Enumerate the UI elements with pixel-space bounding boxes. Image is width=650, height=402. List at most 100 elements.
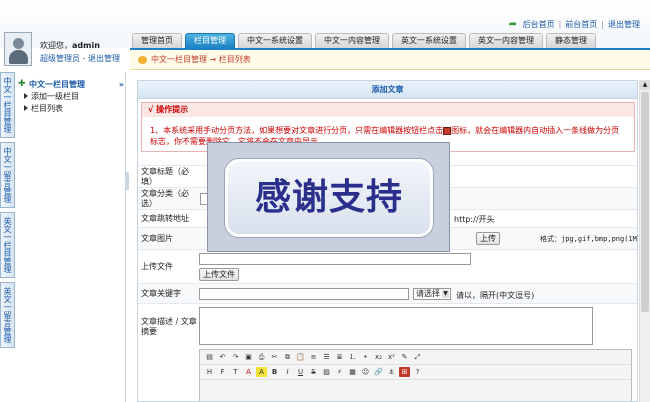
subscript-icon[interactable]: x₂: [373, 352, 384, 362]
bold-icon[interactable]: B: [269, 367, 280, 377]
menu-item-add-column[interactable]: 添加一级栏目: [18, 90, 124, 102]
font-family-icon[interactable]: F: [217, 367, 228, 377]
link-admin-home[interactable]: 后台首页: [523, 19, 555, 30]
role-logout-link[interactable]: 超级管理员 - 退出管理: [40, 53, 120, 64]
highlight-icon[interactable]: A: [256, 367, 267, 377]
page-scrollbar[interactable]: ▲: [639, 80, 650, 402]
sidebar-splitter[interactable]: [125, 172, 129, 190]
page-break-tool-icon[interactable]: ⊞: [399, 367, 410, 377]
side-tab-cn-column[interactable]: 中文一栏目管理: [0, 72, 15, 138]
paste-icon[interactable]: 📋: [295, 352, 306, 362]
keywords-hint: 请以，隔开(中文逗号): [456, 291, 535, 300]
page-break-icon: [443, 126, 452, 135]
tab-cn-content[interactable]: 中文一内容管理: [315, 33, 389, 48]
help-icon[interactable]: ?: [412, 367, 423, 377]
rich-text-editor: ▤ ↶ ↷ ▣ ⎙ ✂ ⧉ 📋 ≡ ☰ ≣ ⒈ • x₂ x² ✎ ⤢ H F …: [199, 349, 632, 401]
category-label: 文章分类（必选）: [141, 188, 189, 208]
sidebar: [0, 72, 126, 402]
table-icon[interactable]: ▦: [347, 367, 358, 377]
format-brush-icon[interactable]: ✎: [399, 352, 410, 362]
scroll-thumb[interactable]: [641, 92, 649, 312]
keywords-input[interactable]: [199, 288, 409, 300]
main-tabs: 管理首页 栏目管理 中文一系统设置 中文一内容管理 英文一系统设置 英文一内容管…: [132, 33, 596, 48]
redo-icon[interactable]: ↷: [230, 352, 241, 362]
row-description: 文章描述 / 文章摘要: [138, 303, 637, 349]
heading-icon[interactable]: H: [204, 367, 215, 377]
tips-title: √ 操作提示: [142, 103, 634, 117]
format-hint: 格式：jpg,gif,bmp,png(1M: [540, 235, 637, 243]
tab-cn-settings[interactable]: 中文一系统设置: [238, 33, 312, 48]
flash-icon[interactable]: ⚡: [334, 367, 345, 377]
italic-icon[interactable]: I: [282, 367, 293, 377]
tab-static[interactable]: 静态管理: [546, 33, 596, 48]
source-icon[interactable]: ▤: [204, 352, 215, 362]
side-tab-en-column[interactable]: 英文一栏目管理: [0, 212, 15, 278]
breadcrumb-text: 中文一栏目管理 → 栏目列表: [151, 55, 251, 64]
cut-icon[interactable]: ✂: [269, 352, 280, 362]
menu-title: 中文一栏目管理: [29, 79, 85, 89]
panel-title: 添加文章: [138, 81, 637, 99]
editor-toolbar-row-2: H F T A A B I U S ▨ ⚡ ▦ ☺ 🔗 ⚓ ⊞ ?: [200, 365, 631, 380]
underline-icon[interactable]: U: [295, 367, 306, 377]
tab-column-manage[interactable]: 栏目管理: [185, 33, 235, 48]
undo-icon[interactable]: ↶: [217, 352, 228, 362]
bubble-icon: [138, 55, 147, 64]
upload-file-button[interactable]: 上传文件: [199, 268, 239, 281]
plus-icon: ✚: [18, 79, 26, 89]
tab-admin-home[interactable]: 管理首页: [132, 33, 182, 48]
breadcrumb: 中文一栏目管理 → 栏目列表: [130, 48, 650, 70]
username: admin: [72, 41, 100, 50]
image-icon[interactable]: ▨: [321, 367, 332, 377]
watermark-overlay: 感谢支持: [207, 142, 450, 252]
link-front-home[interactable]: 前台首页: [565, 19, 597, 30]
font-color-icon[interactable]: A: [243, 367, 254, 377]
description-textarea[interactable]: [199, 307, 593, 345]
menu-item-column-list[interactable]: 栏目列表: [18, 102, 124, 114]
align-left-icon[interactable]: ≡: [308, 352, 319, 362]
bullet-list-icon[interactable]: •: [360, 352, 371, 362]
align-center-icon[interactable]: ☰: [321, 352, 332, 362]
font-size-icon[interactable]: T: [230, 367, 241, 377]
upload-image-button[interactable]: 上传: [476, 232, 500, 245]
file-path-input[interactable]: [199, 253, 471, 265]
top-links: ➦ 后台首页 | 前台首页 | 退出管理: [508, 19, 640, 30]
row-file: 上传文件 上传文件: [138, 249, 637, 283]
tab-en-settings[interactable]: 英文一系统设置: [392, 33, 466, 48]
side-tab-cn-message[interactable]: 中文一留言管理: [0, 142, 15, 208]
fullscreen-icon[interactable]: ⤢: [412, 352, 423, 362]
strikethrough-icon[interactable]: S: [308, 367, 319, 377]
side-menu: ✚ 中文一栏目管理 » 添加一级栏目 栏目列表: [18, 78, 124, 114]
image-label: 文章图片: [141, 233, 173, 243]
side-tab-en-message[interactable]: 英文一留言管理: [0, 282, 15, 348]
description-label: 文章描述 / 文章摘要: [141, 316, 197, 336]
collapse-icon[interactable]: »: [119, 80, 124, 89]
superscript-icon[interactable]: x²: [386, 352, 397, 362]
editor-toolbar-row-1: ▤ ↶ ↷ ▣ ⎙ ✂ ⧉ 📋 ≡ ☰ ≣ ⒈ • x₂ x² ✎ ⤢: [200, 350, 631, 365]
avatar: [4, 32, 32, 66]
scroll-up-icon[interactable]: ▲: [640, 80, 650, 90]
welcome-text: 欢迎您，admin: [40, 41, 100, 50]
title-label: 文章标题（必填）: [141, 166, 189, 186]
preview-icon[interactable]: ▣: [243, 352, 254, 362]
file-label: 上传文件: [141, 261, 173, 271]
jump-label: 文章跳转地址: [141, 213, 189, 223]
keywords-label: 文章关键字: [141, 288, 181, 298]
triangle-right-icon: [24, 105, 28, 111]
row-keywords: 文章关键字 请选择 ▼ 请以，隔开(中文逗号): [138, 283, 637, 303]
arrow-icon: ➦: [508, 19, 517, 30]
tab-en-content[interactable]: 英文一内容管理: [469, 33, 543, 48]
copy-icon[interactable]: ⧉: [282, 352, 293, 362]
link-logout[interactable]: 退出管理: [608, 19, 640, 30]
top-header: 欢迎您，admin 超级管理员 - 退出管理 ➦ 后台首页 | 前台首页 | 退…: [0, 0, 650, 66]
overlay-text: 感谢支持: [254, 177, 403, 218]
triangle-right-icon: [24, 93, 28, 99]
keywords-select[interactable]: 请选择 ▼: [413, 288, 451, 300]
side-vertical-tabs: 中文一栏目管理 中文一留言管理 英文一栏目管理 英文一留言管理: [0, 72, 16, 352]
emoticon-icon[interactable]: ☺: [360, 367, 371, 377]
link-icon[interactable]: 🔗: [373, 367, 384, 377]
ordered-list-icon[interactable]: ⒈: [347, 352, 358, 362]
print-icon[interactable]: ⎙: [256, 352, 267, 362]
align-right-icon[interactable]: ≣: [334, 352, 345, 362]
anchor-icon[interactable]: ⚓: [386, 367, 397, 377]
menu-header[interactable]: ✚ 中文一栏目管理 »: [18, 78, 124, 90]
